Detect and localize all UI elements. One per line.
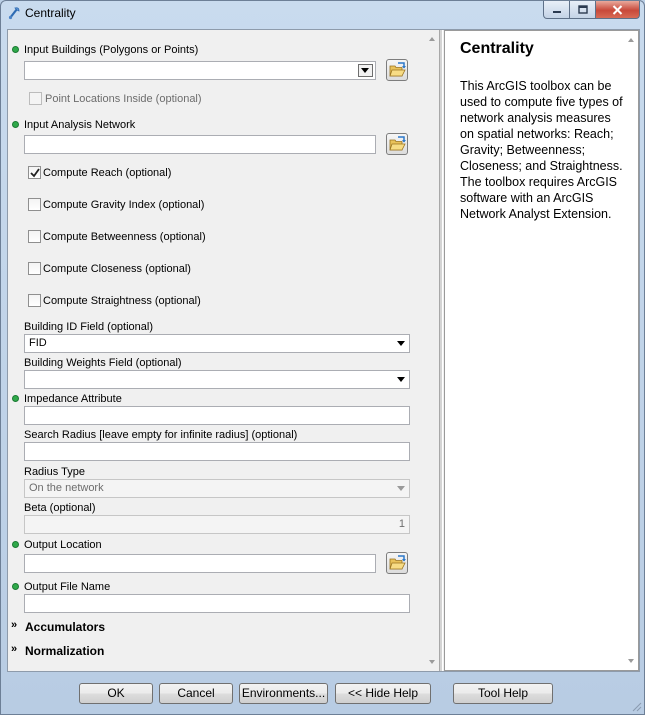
input-buildings-label: Input Buildings (Polygons or Points) — [24, 44, 199, 56]
input-network-field[interactable] — [24, 135, 376, 154]
title-bar[interactable]: Centrality — [1, 1, 644, 25]
triangle-down-icon — [628, 659, 634, 663]
building-weights-select[interactable] — [24, 370, 410, 389]
help-text: This ArcGIS toolbox can be used to compu… — [460, 79, 623, 221]
input-buildings-browse-button[interactable] — [386, 59, 408, 81]
toolbox-tool-icon — [7, 6, 21, 20]
impedance-field[interactable] — [24, 406, 410, 425]
help-title: Centrality — [460, 40, 534, 57]
compute-gravity-checkbox[interactable] — [28, 198, 41, 211]
required-indicator — [12, 46, 19, 53]
double-chevron-down-icon: » — [11, 619, 18, 631]
required-indicator — [12, 583, 19, 590]
help-scrollbar[interactable] — [624, 31, 638, 670]
parameters-scrollbar[interactable] — [425, 30, 439, 671]
triangle-up-icon — [628, 38, 634, 42]
required-indicator — [12, 541, 19, 548]
open-folder-icon — [389, 555, 406, 570]
compute-gravity-label: Compute Gravity Index (optional) — [43, 199, 205, 211]
close-button[interactable] — [596, 1, 640, 19]
help-panel: Centrality This ArcGIS toolbox can be us… — [444, 30, 639, 671]
open-folder-icon — [389, 136, 406, 151]
ok-button[interactable]: OK — [79, 683, 153, 704]
normalization-section-label: Normalization — [25, 644, 105, 658]
dialog-client-area: Input Buildings (Polygons or Points) Poi… — [7, 29, 640, 672]
output-location-browse-button[interactable] — [386, 552, 408, 574]
panel-splitter[interactable] — [439, 30, 443, 671]
output-location-field[interactable] — [24, 554, 376, 573]
radius-type-label: Radius Type — [24, 466, 85, 478]
compute-betweenness-label: Compute Betweenness (optional) — [43, 231, 206, 243]
point-locations-label: Point Locations Inside (optional) — [45, 93, 202, 105]
hide-help-button[interactable]: << Hide Help — [335, 683, 431, 704]
resize-grip-icon[interactable] — [632, 702, 642, 712]
cancel-button[interactable]: Cancel — [159, 683, 233, 704]
minimize-button[interactable] — [543, 1, 570, 19]
triangle-down-icon — [429, 660, 435, 664]
radius-type-select[interactable]: On the network — [24, 479, 410, 498]
chevron-down-icon — [397, 377, 405, 382]
beta-label: Beta (optional) — [24, 502, 96, 514]
centrality-dialog: Centrality Input Buildings (Polygons or … — [0, 0, 645, 715]
accumulators-section-label: Accumulators — [25, 620, 106, 634]
checkmark-icon — [30, 168, 40, 178]
normalization-section-toggle[interactable]: » Normalization — [11, 643, 105, 658]
maximize-icon — [577, 5, 588, 14]
minimize-icon — [552, 10, 561, 13]
input-network-browse-button[interactable] — [386, 133, 408, 155]
open-folder-icon — [389, 62, 406, 77]
compute-closeness-label: Compute Closeness (optional) — [43, 263, 191, 275]
point-locations-checkbox[interactable] — [29, 92, 42, 105]
chevron-down-icon — [397, 486, 405, 491]
triangle-up-icon — [429, 37, 435, 41]
input-buildings-combo[interactable] — [24, 61, 376, 80]
compute-straightness-checkbox[interactable] — [28, 294, 41, 307]
impedance-label: Impedance Attribute — [24, 393, 122, 405]
compute-closeness-checkbox[interactable] — [28, 262, 41, 275]
required-indicator — [12, 121, 19, 128]
window-title: Centrality — [25, 6, 76, 20]
double-chevron-down-icon: » — [11, 643, 18, 655]
building-id-label: Building ID Field (optional) — [24, 321, 154, 333]
search-radius-field[interactable] — [24, 442, 410, 461]
compute-reach-checkbox[interactable] — [28, 166, 41, 179]
chevron-down-icon — [361, 68, 369, 73]
search-radius-label: Search Radius [leave empty for infinite … — [24, 429, 298, 441]
scroll-down-arrow[interactable] — [425, 655, 439, 669]
output-file-name-field[interactable] — [24, 594, 410, 613]
input-network-label: Input Analysis Network — [24, 119, 136, 131]
building-id-select[interactable]: FID — [24, 334, 410, 353]
output-file-name-label: Output File Name — [24, 581, 111, 593]
compute-straightness-label: Compute Straightness (optional) — [43, 295, 201, 307]
output-location-label: Output Location — [24, 539, 102, 551]
beta-field[interactable]: 1 — [24, 515, 410, 534]
dialog-footer: OK Cancel Environments... << Hide Help T… — [1, 673, 644, 714]
building-weights-label: Building Weights Field (optional) — [24, 357, 182, 369]
required-indicator — [12, 395, 19, 402]
compute-reach-label: Compute Reach (optional) — [43, 167, 172, 179]
close-icon — [612, 4, 623, 15]
environments-button[interactable]: Environments... — [239, 683, 328, 704]
scroll-up-arrow[interactable] — [425, 32, 439, 46]
scroll-up-arrow[interactable] — [624, 33, 638, 47]
parameters-panel: Input Buildings (Polygons or Points) Poi… — [8, 30, 439, 671]
scroll-down-arrow[interactable] — [624, 654, 638, 668]
compute-betweenness-checkbox[interactable] — [28, 230, 41, 243]
tool-help-button[interactable]: Tool Help — [453, 683, 553, 704]
input-buildings-dropdown-button[interactable] — [358, 64, 373, 77]
accumulators-section-toggle[interactable]: » Accumulators — [11, 619, 106, 634]
chevron-down-icon — [397, 341, 405, 346]
maximize-button[interactable] — [570, 1, 596, 19]
